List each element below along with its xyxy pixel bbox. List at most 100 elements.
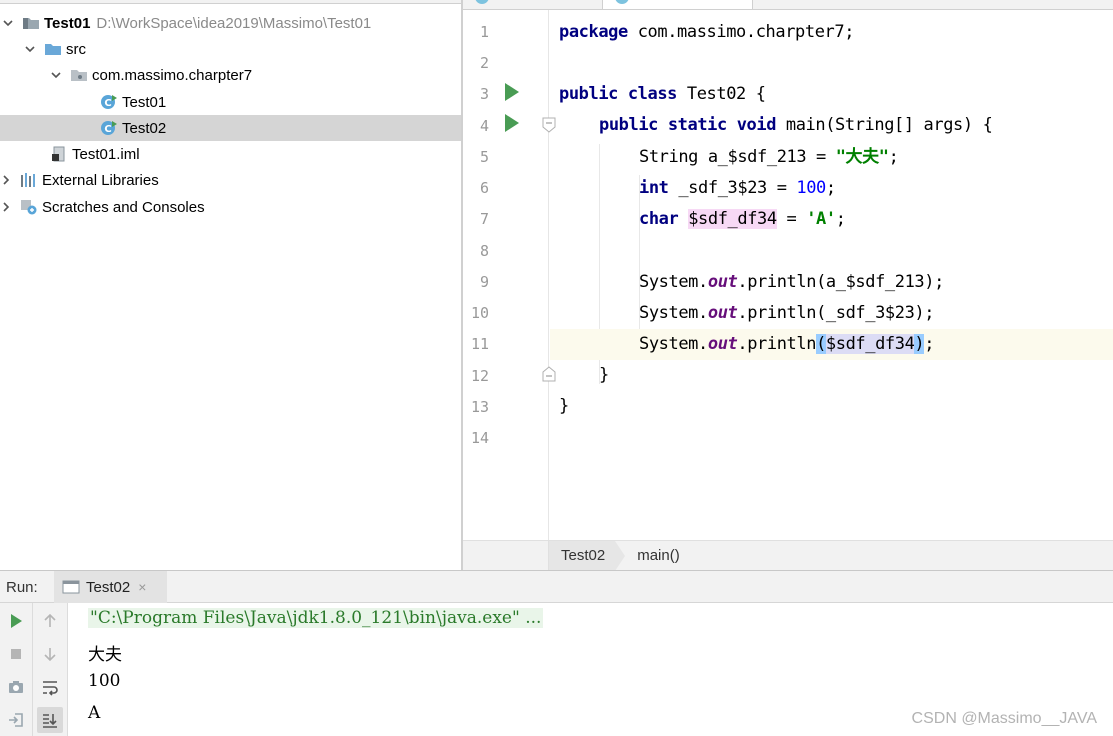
code-line-6: int _sdf_3$23 = 100;: [639, 178, 836, 198]
watermark: CSDN @Massimo__JAVA: [911, 710, 1097, 727]
breadcrumb-separator: [615, 540, 626, 570]
arrow-up-icon: [44, 613, 56, 627]
line-number: 6: [479, 179, 489, 197]
code-line-12: }: [599, 365, 609, 385]
chevron-down-icon[interactable]: [50, 69, 62, 81]
breadcrumb: Test02 main(): [549, 540, 1113, 570]
code-line-4: public static void main(String[] args) {: [599, 115, 993, 135]
chevron-down-icon[interactable]: [2, 17, 14, 29]
tree-item-external-libraries[interactable]: External Libraries: [0, 167, 461, 193]
chevron-down-icon[interactable]: [24, 43, 36, 55]
editor-tab-strip: [463, 0, 1113, 10]
project-toolbar: [0, 0, 461, 4]
run-toolbar-secondary: [33, 603, 68, 736]
dump-threads-button[interactable]: [3, 674, 29, 700]
module-path: D:\WorkSpace\idea2019\Massimo\Test01: [96, 14, 372, 32]
java-class-icon: [475, 0, 489, 4]
line-number: 13: [470, 398, 489, 416]
editor-gutter[interactable]: 1 2 3 4 5 6 7 8 9 10 11 12 13 14: [463, 10, 556, 540]
code-area[interactable]: package com.massimo.charpter7; public cl…: [550, 10, 1113, 540]
tree-label-iml: Test01.iml: [72, 145, 140, 163]
console-line: 大夫: [88, 645, 122, 665]
run-toolbar-primary: [0, 603, 33, 736]
tree-label-test02: Test02: [122, 119, 167, 137]
editor-tab-test02[interactable]: [603, 0, 753, 9]
code-line-10: System.out.println(_sdf_3$23);: [639, 303, 935, 323]
tree-item-iml[interactable]: Test01.iml: [0, 141, 461, 167]
line-number: 9: [479, 273, 489, 291]
console-line: A: [88, 703, 101, 723]
tree-label-src: src: [66, 40, 86, 58]
tree-label-scratches: Scratches and Consoles: [42, 198, 205, 216]
line-number: 1: [479, 23, 489, 41]
run-panel-header: Run: Test02 ×: [0, 571, 1113, 603]
line-number: 14: [470, 429, 489, 447]
code-line-7: char $sdf_df34 = 'A';: [639, 209, 846, 229]
tree-label-external-libraries: External Libraries: [42, 171, 159, 189]
login-icon: [9, 713, 23, 727]
restore-layout-button[interactable]: [3, 707, 29, 733]
tree-item-test02[interactable]: C Test02: [0, 115, 461, 141]
soft-wrap-icon: [43, 681, 58, 696]
camera-icon: [9, 681, 23, 693]
console-line: 100: [88, 671, 121, 691]
breadcrumb-class[interactable]: Test02: [549, 540, 616, 570]
scroll-to-end-button[interactable]: [37, 707, 63, 733]
stop-button[interactable]: [3, 641, 29, 667]
iml-file-icon: [50, 146, 68, 162]
tree-item-package[interactable]: com.massimo.charpter7: [0, 62, 461, 88]
run-tab-title: Test02: [86, 578, 131, 596]
line-number: 7: [479, 210, 489, 228]
line-number: 8: [479, 242, 489, 260]
chevron-right-icon[interactable]: [0, 201, 12, 213]
line-number: 12: [470, 367, 489, 385]
code-line-9: System.out.println(a_$sdf_213);: [639, 272, 944, 292]
svg-text:C: C: [104, 124, 111, 135]
java-class-runnable-icon: C: [100, 94, 118, 110]
java-class-icon: [615, 0, 629, 4]
tree-root-test01[interactable]: Test01 D:\WorkSpace\idea2019\Massimo\Tes…: [0, 10, 461, 36]
line-number: 3: [479, 85, 489, 103]
run-panel-label: Run:: [6, 579, 38, 596]
stop-icon: [11, 649, 21, 659]
library-icon: [20, 172, 38, 188]
tree-label-test01: Test01: [122, 93, 167, 111]
package-icon: [70, 67, 88, 83]
down-stack-button[interactable]: [37, 641, 63, 667]
tree-item-test01[interactable]: C Test01: [0, 89, 461, 115]
chevron-right-icon[interactable]: [0, 174, 12, 186]
soft-wrap-button[interactable]: [37, 674, 63, 700]
console-line-command: "C:\Program Files\Java\jdk1.8.0_121\bin\…: [88, 608, 544, 628]
code-editor[interactable]: 1 2 3 4 5 6 7 8 9 10 11 12 13 14 package…: [463, 0, 1113, 570]
editor-tab-test01[interactable]: [463, 0, 603, 9]
tree-item-src[interactable]: src: [0, 36, 461, 62]
run-main-icon[interactable]: [505, 114, 519, 132]
code-line-1: package com.massimo.charpter7;: [559, 22, 855, 42]
svg-text:C: C: [104, 98, 111, 109]
line-number: 11: [470, 335, 489, 353]
up-stack-button[interactable]: [37, 608, 63, 634]
arrow-down-icon: [44, 648, 56, 662]
code-line-5: String a_$sdf_213 = "大夫";: [639, 147, 899, 167]
tree-label-package: com.massimo.charpter7: [92, 66, 253, 84]
module-folder-icon: [22, 15, 40, 31]
scratches-icon: [20, 199, 38, 215]
code-line-11-current: System.out.println($sdf_df34);: [550, 329, 1113, 360]
close-icon[interactable]: ×: [138, 579, 146, 595]
rerun-button[interactable]: [3, 608, 29, 634]
line-number: 10: [470, 304, 489, 322]
line-number: 5: [479, 148, 489, 166]
run-class-icon[interactable]: [505, 83, 519, 101]
run-tab-test02[interactable]: Test02 ×: [54, 571, 167, 603]
code-line-13: }: [559, 396, 569, 416]
project-panel: Test01 D:\WorkSpace\idea2019\Massimo\Tes…: [0, 0, 461, 570]
line-number: 2: [479, 54, 489, 72]
scroll-to-end-icon: [43, 714, 57, 728]
console-icon: [62, 580, 80, 594]
source-folder-icon: [44, 41, 62, 57]
code-line-3: public class Test02 {: [559, 84, 766, 104]
java-class-runnable-icon: C: [100, 120, 118, 136]
module-name: Test01: [44, 14, 91, 32]
tree-item-scratches[interactable]: Scratches and Consoles: [0, 194, 461, 220]
breadcrumb-method[interactable]: main(): [625, 547, 690, 564]
